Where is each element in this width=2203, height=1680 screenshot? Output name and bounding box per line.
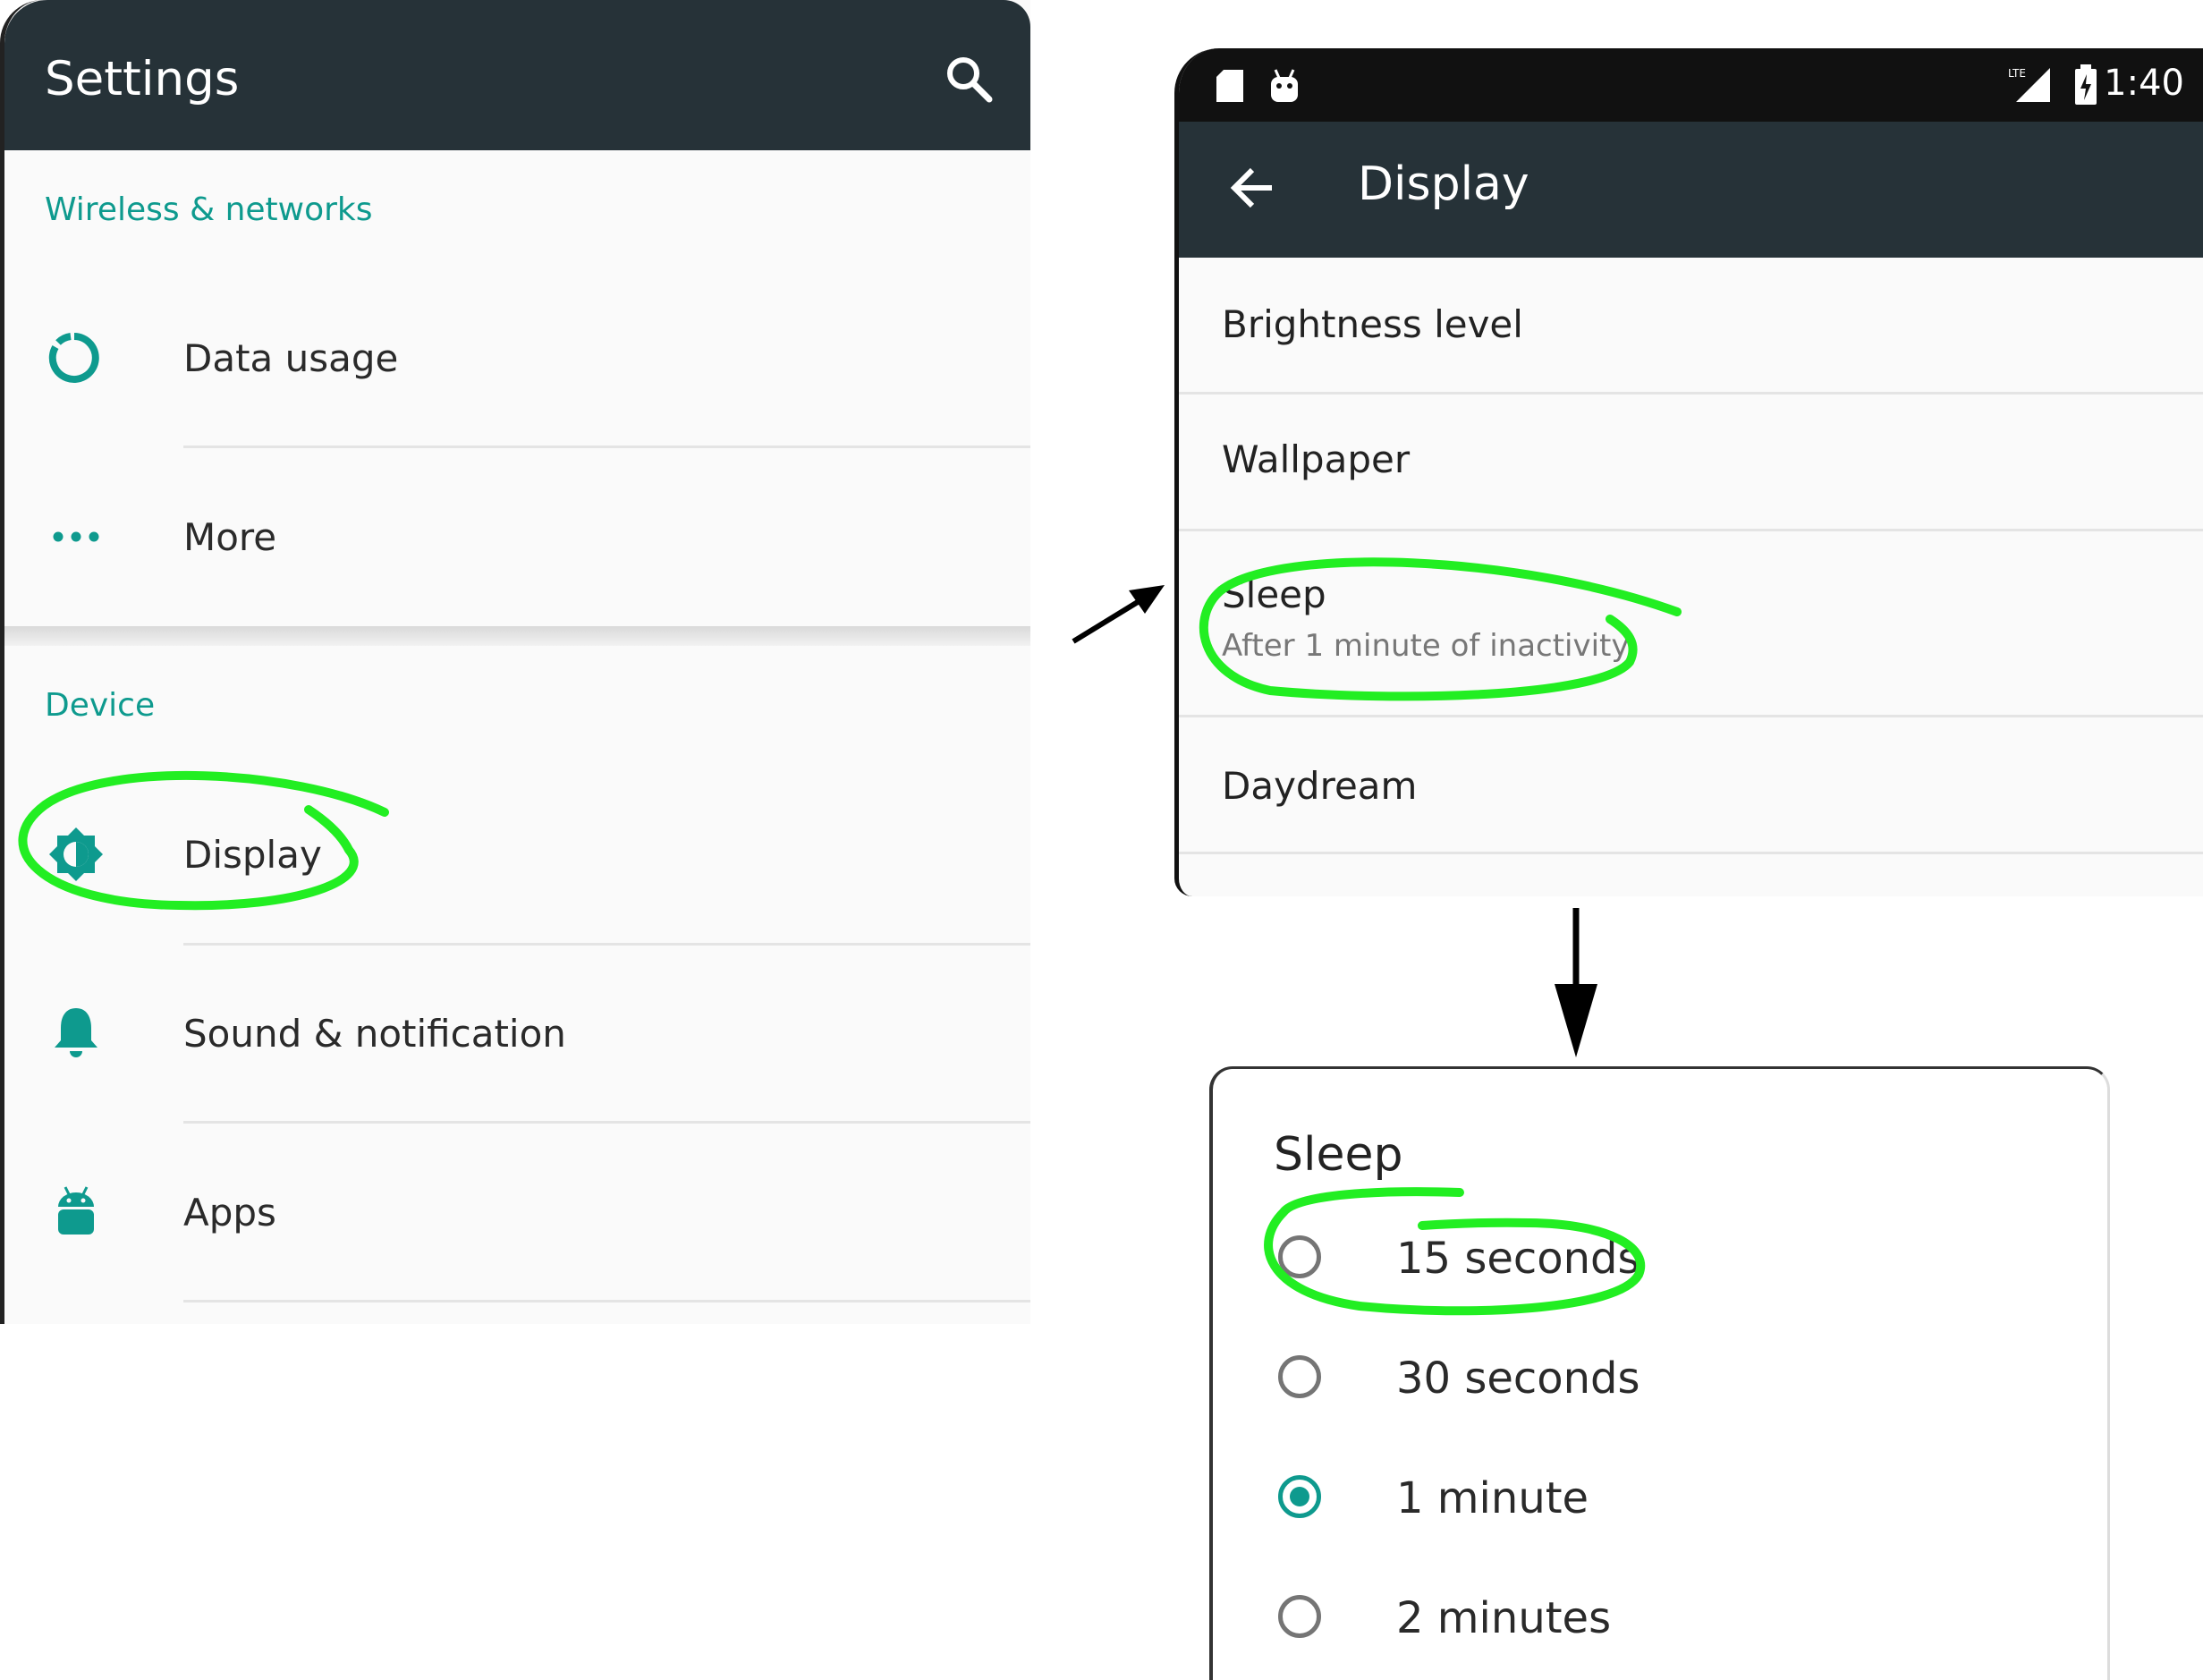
sleep-option-30-seconds[interactable]: 30 seconds bbox=[1213, 1323, 2107, 1430]
section-divider bbox=[4, 626, 1030, 646]
lte-signal-icon: LTE bbox=[2007, 66, 2052, 107]
settings-toolbar: Settings bbox=[4, 0, 1030, 150]
settings-item-sound[interactable]: Sound & notification bbox=[4, 980, 1030, 1087]
radio-button[interactable] bbox=[1278, 1235, 1321, 1278]
sleep-option-2-minutes[interactable]: 2 minutes bbox=[1213, 1563, 2107, 1670]
settings-item-apps[interactable]: Apps bbox=[4, 1158, 1030, 1266]
display-item-brightness[interactable]: Brightness level bbox=[1179, 258, 2203, 392]
svg-text:LTE: LTE bbox=[2008, 67, 2026, 80]
option-label: 15 seconds bbox=[1396, 1234, 1640, 1284]
page-title: Display bbox=[1358, 157, 1529, 211]
display-screen: LTE 1:40 Display Brightness level Wallpa… bbox=[1174, 48, 2203, 896]
settings-item-data-usage[interactable]: Data usage bbox=[4, 304, 1030, 412]
settings-item-label: Display bbox=[183, 833, 322, 877]
section-header-wireless: Wireless & networks bbox=[45, 191, 373, 228]
radio-button[interactable] bbox=[1278, 1355, 1321, 1398]
divider bbox=[183, 445, 1030, 448]
status-time: 1:40 bbox=[2104, 63, 2184, 104]
bell-icon bbox=[51, 1005, 101, 1060]
divider bbox=[183, 1300, 1030, 1302]
divider bbox=[183, 1121, 1030, 1124]
divider bbox=[183, 943, 1030, 946]
section-header-device: Device bbox=[45, 687, 156, 724]
display-item-label: Brightness level bbox=[1222, 302, 1523, 346]
settings-item-label: Sound & notification bbox=[183, 1012, 566, 1056]
option-label: 1 minute bbox=[1396, 1473, 1589, 1523]
display-item-label: Daydream bbox=[1222, 764, 1418, 808]
option-label: 30 seconds bbox=[1396, 1353, 1640, 1404]
arrow-to-sleep-dialog-icon bbox=[1555, 908, 1597, 1057]
radio-button[interactable] bbox=[1278, 1595, 1321, 1638]
sleep-dialog: Sleep 15 seconds 30 seconds 1 minute 2 m… bbox=[1209, 1066, 2110, 1680]
display-item-label: Sleep bbox=[1222, 573, 1326, 616]
more-dots-icon bbox=[51, 530, 101, 544]
page-title: Settings bbox=[45, 52, 240, 106]
display-item-wallpaper[interactable]: Wallpaper bbox=[1179, 395, 2203, 529]
sleep-option-15-seconds[interactable]: 15 seconds bbox=[1213, 1203, 2107, 1311]
settings-screen: Settings Wireless & networks Data usage bbox=[0, 0, 1030, 1324]
status-bar: LTE 1:40 bbox=[1179, 48, 2203, 122]
sd-card-icon bbox=[1215, 68, 1245, 107]
settings-item-label: Apps bbox=[183, 1191, 276, 1235]
android-icon bbox=[53, 1184, 99, 1239]
settings-item-label: More bbox=[183, 515, 277, 559]
settings-item-display[interactable]: Display bbox=[4, 801, 1030, 908]
display-toolbar: Display bbox=[1179, 122, 2203, 258]
display-item-subtitle: After 1 minute of inactivity bbox=[1222, 628, 1630, 664]
data-usage-icon bbox=[47, 331, 101, 385]
settings-item-label: Data usage bbox=[183, 336, 399, 380]
option-label: 2 minutes bbox=[1396, 1593, 1612, 1643]
display-item-sleep[interactable]: Sleep After 1 minute of inactivity bbox=[1179, 531, 2203, 715]
search-icon[interactable] bbox=[944, 54, 994, 104]
divider bbox=[1179, 852, 2203, 854]
back-arrow-icon[interactable] bbox=[1229, 165, 1275, 215]
display-item-label: Wallpaper bbox=[1222, 437, 1411, 481]
android-debug-icon bbox=[1268, 68, 1301, 107]
arrow-to-display-icon bbox=[1072, 585, 1165, 644]
battery-charging-icon bbox=[2073, 64, 2098, 109]
display-item-daydream[interactable]: Daydream bbox=[1179, 717, 2203, 852]
brightness-icon bbox=[47, 826, 105, 883]
settings-item-more[interactable]: More bbox=[4, 483, 1030, 590]
dialog-title: Sleep bbox=[1274, 1128, 1403, 1182]
radio-button-selected[interactable] bbox=[1278, 1475, 1321, 1518]
sleep-option-1-minute[interactable]: 1 minute bbox=[1213, 1443, 2107, 1550]
